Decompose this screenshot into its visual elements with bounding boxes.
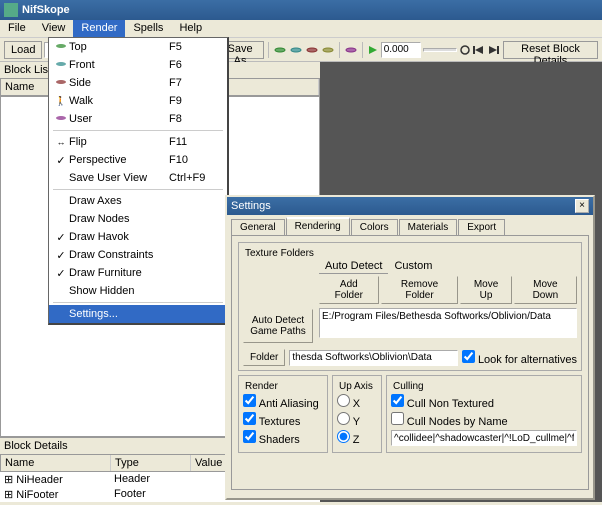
menu-user[interactable]: UserF8 — [49, 110, 227, 128]
move-down-button[interactable]: Move Down — [514, 276, 577, 304]
cull-pattern-input[interactable] — [391, 430, 577, 446]
prev-icon[interactable] — [473, 44, 485, 56]
reset-button[interactable]: Reset Block Details — [503, 41, 598, 59]
render-group-label: Render — [243, 381, 280, 392]
tab-colors[interactable]: Colors — [351, 219, 398, 235]
view-icon-1[interactable] — [273, 44, 287, 56]
view-icon-3[interactable] — [305, 44, 319, 56]
cull-by-name-check[interactable]: Cull Nodes by Name — [391, 412, 577, 428]
view-icon-4[interactable] — [321, 44, 335, 56]
axis-z-radio[interactable]: Z — [337, 430, 377, 446]
look-alt-check[interactable]: Look for alternatives — [462, 350, 577, 366]
bd-col-type[interactable]: Type — [111, 455, 191, 471]
app-title: NifSkope — [22, 4, 70, 16]
menu-side[interactable]: SideF7 — [49, 74, 227, 92]
anti-aliasing-check[interactable]: Anti Aliasing — [243, 394, 323, 410]
menu-draw-axes[interactable]: Draw Axes — [49, 192, 227, 210]
menu-spells[interactable]: Spells — [125, 20, 171, 37]
play-icon[interactable] — [367, 44, 379, 56]
view-icon-2[interactable] — [289, 44, 303, 56]
menu-file[interactable]: File — [0, 20, 34, 37]
menu-perspective[interactable]: ✓PerspectiveF10 — [49, 151, 227, 169]
settings-dialog: Settings × General Rendering Colors Mate… — [225, 195, 595, 500]
menu-settings[interactable]: Settings... — [49, 305, 227, 323]
app-titlebar: NifSkope — [0, 0, 602, 20]
anim-slider[interactable] — [423, 48, 457, 52]
menu-walk[interactable]: 🚶WalkF9 — [49, 92, 227, 110]
tab-general[interactable]: General — [231, 219, 285, 235]
next-icon[interactable] — [487, 44, 499, 56]
tab-rendering[interactable]: Rendering — [286, 217, 350, 235]
menu-render[interactable]: Render — [73, 20, 125, 37]
tab-materials[interactable]: Materials — [399, 219, 458, 235]
remove-folder-button[interactable]: Remove Folder — [381, 276, 459, 304]
menu-draw-furniture[interactable]: ✓Draw Furniture — [49, 264, 227, 282]
load-button[interactable]: Load — [4, 41, 42, 59]
folder-button[interactable]: Folder — [243, 349, 285, 366]
menu-save-user-view[interactable]: Save User ViewCtrl+F9 — [49, 169, 227, 187]
menu-help[interactable]: Help — [171, 20, 210, 37]
up-axis-group-label: Up Axis — [337, 381, 375, 392]
anim-time-field[interactable] — [381, 42, 421, 58]
move-up-button[interactable]: Move Up — [460, 276, 511, 304]
render-dropdown: TopF5 FrontF6 SideF7 🚶WalkF9 UserF8 ↔Fli… — [48, 37, 229, 325]
texture-folders-label: Texture Folders — [243, 248, 316, 259]
folder-path-input[interactable] — [289, 350, 458, 366]
axis-x-radio[interactable]: X — [337, 394, 377, 410]
menu-draw-havok[interactable]: ✓Draw Havok — [49, 228, 227, 246]
settings-title: Settings — [231, 200, 271, 212]
culling-group-label: Culling — [391, 381, 426, 392]
axis-y-radio[interactable]: Y — [337, 412, 377, 428]
menu-top[interactable]: TopF5 — [49, 38, 227, 56]
menu-view[interactable]: View — [34, 20, 74, 37]
tab-export[interactable]: Export — [458, 219, 505, 235]
menu-draw-nodes[interactable]: Draw Nodes — [49, 210, 227, 228]
view-icon-5[interactable] — [344, 44, 358, 56]
settings-titlebar[interactable]: Settings × — [227, 197, 593, 215]
menubar: File View Render Spells Help — [0, 20, 602, 38]
auto-detect-button[interactable]: Auto Detect Game Paths — [243, 309, 313, 343]
bd-col-name[interactable]: Name — [1, 455, 111, 471]
cull-non-textured-check[interactable]: Cull Non Textured — [391, 394, 577, 410]
subtab-custom[interactable]: Custom — [388, 259, 438, 274]
menu-draw-constraints[interactable]: ✓Draw Constraints — [49, 246, 227, 264]
menu-show-hidden[interactable]: Show Hidden — [49, 282, 227, 300]
close-icon[interactable]: × — [575, 199, 589, 213]
shaders-check[interactable]: Shaders — [243, 430, 323, 446]
loop-icon[interactable] — [459, 44, 471, 56]
menu-flip[interactable]: ↔FlipF11 — [49, 133, 227, 151]
app-icon — [4, 3, 18, 17]
menu-front[interactable]: FrontF6 — [49, 56, 227, 74]
subtab-auto[interactable]: Auto Detect — [319, 259, 388, 274]
add-folder-button[interactable]: Add Folder — [319, 276, 379, 304]
textures-check[interactable]: Textures — [243, 412, 323, 428]
path-list[interactable]: E:/Program Files/Bethesda Softworks/Obli… — [319, 308, 577, 338]
